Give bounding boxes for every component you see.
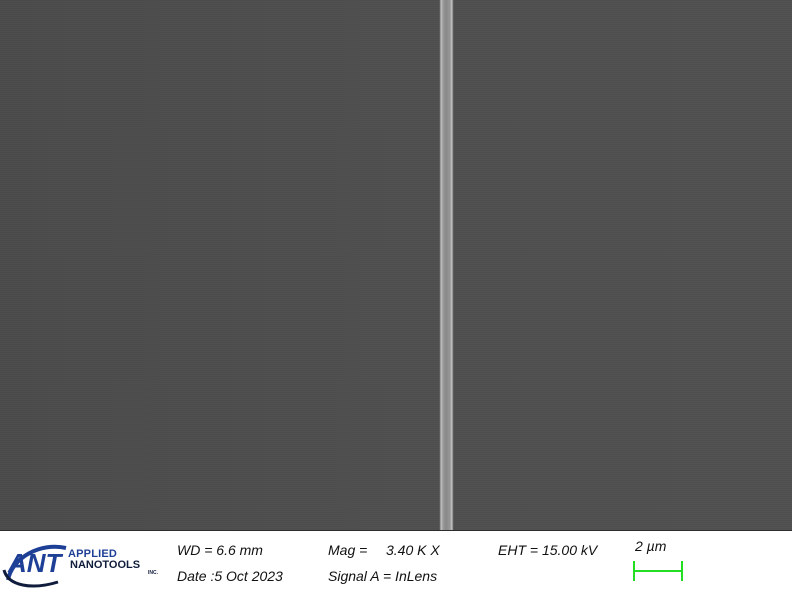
- scale-bar: 2 µm: [633, 537, 685, 581]
- image-noise-texture: [0, 0, 792, 530]
- logo-line-inc: INC.: [148, 570, 158, 576]
- magnification-value: 3.40 K X: [386, 542, 440, 558]
- logo-wordmark: APPLIED NANOTOOLS INC.: [68, 548, 164, 576]
- scale-bar-line-icon: [633, 561, 683, 581]
- info-bar: ANT APPLIED NANOTOOLS INC. WD = 6.6 mm D…: [0, 530, 792, 591]
- company-logo: ANT APPLIED NANOTOOLS INC.: [2, 536, 162, 588]
- acquisition-date: Date :5 Oct 2023: [177, 568, 283, 584]
- magnification-label: Mag =: [328, 542, 368, 558]
- sem-viewer: ANT APPLIED NANOTOOLS INC. WD = 6.6 mm D…: [0, 0, 792, 591]
- nanowire-feature: [439, 0, 454, 530]
- sem-micrograph: [0, 0, 792, 530]
- logo-mark: ANT: [7, 548, 64, 578]
- accelerating-voltage: EHT = 15.00 kV: [498, 542, 598, 558]
- signal-detector: Signal A = InLens: [328, 568, 438, 584]
- working-distance: WD = 6.6 mm: [177, 542, 263, 558]
